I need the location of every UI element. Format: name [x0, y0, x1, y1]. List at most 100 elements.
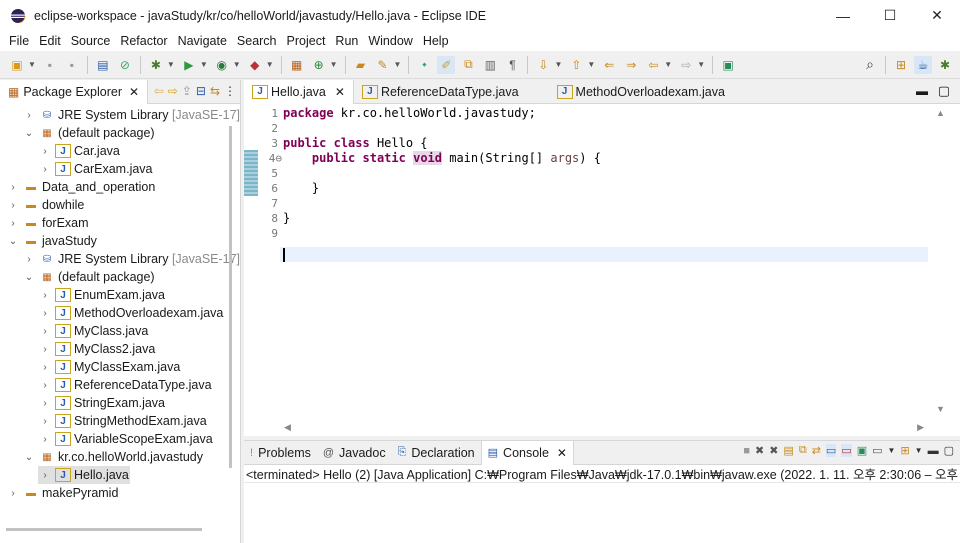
menu-navigate[interactable]: Navigate — [173, 34, 232, 48]
toggle-block-selection-icon[interactable]: ⧉ — [459, 56, 477, 74]
tree-item-selected[interactable]: › J Hello.java — [38, 466, 130, 484]
menu-file[interactable]: File — [4, 34, 34, 48]
tree-item[interactable]: › J Car.java — [38, 142, 120, 160]
chevron-down-icon[interactable]: ▼ — [167, 60, 175, 69]
chevron-right-icon[interactable]: › — [6, 218, 20, 229]
chevron-right-icon[interactable]: › — [6, 182, 20, 193]
collapse-all-icon[interactable]: ⊟ — [196, 84, 206, 98]
tab-console[interactable]: ▤ Console ✕ — [480, 440, 574, 465]
code-editor[interactable]: 1 2 3 4⊖ 5 6 7 8 9 package kr.co.helloWo… — [244, 104, 944, 420]
chevron-right-icon[interactable]: › — [22, 254, 36, 265]
save-all-icon[interactable]: ▪ — [63, 56, 81, 74]
chevron-right-icon[interactable]: › — [6, 200, 20, 211]
link-with-editor-icon[interactable]: ⇆ — [210, 84, 220, 98]
toggle-mark-occurrences-icon[interactable]: ⬩ — [415, 56, 433, 74]
chevron-right-icon[interactable]: › — [38, 398, 52, 409]
chevron-down-icon[interactable]: ▼ — [697, 60, 705, 69]
external-tools-icon[interactable]: ◆ — [246, 56, 264, 74]
terminate-icon[interactable]: ■ — [743, 445, 750, 457]
menu-refactor[interactable]: Refactor — [115, 34, 172, 48]
tree-item[interactable]: › ▬ makePyramid — [6, 484, 118, 502]
back-icon[interactable]: ⇦ — [644, 56, 662, 74]
forward-icon[interactable]: ⇨ — [677, 56, 695, 74]
search-tools-icon[interactable]: ✎ — [374, 56, 392, 74]
maximize-icon[interactable]: ▢ — [938, 83, 950, 99]
forward-edit-icon[interactable]: ⇒ — [622, 56, 640, 74]
chevron-right-icon[interactable]: › — [38, 308, 52, 319]
word-wrap-icon[interactable]: ⇄ — [812, 444, 821, 457]
debug-perspective-icon[interactable]: ✱ — [936, 56, 954, 74]
open-type-icon[interactable]: ▰ — [352, 56, 370, 74]
up-icon[interactable]: ⇪ — [182, 84, 192, 98]
maximize-icon[interactable]: ▢ — [944, 444, 954, 457]
chevron-down-icon[interactable]: ▼ — [915, 446, 923, 455]
chevron-right-icon[interactable]: › — [38, 416, 52, 427]
menu-project[interactable]: Project — [282, 34, 331, 48]
chevron-right-icon[interactable]: › — [38, 362, 52, 373]
tree-item[interactable]: ⌄ ▬ javaStudy — [6, 232, 97, 250]
scroll-left-icon[interactable]: ◀ — [284, 422, 291, 432]
tab-method-overload-exam[interactable]: J MethodOverloadexam.java — [549, 80, 733, 104]
remove-all-terminated-icon[interactable]: ✖ — [769, 444, 778, 457]
chevron-right-icon[interactable]: › — [38, 326, 52, 337]
maximize-button[interactable]: ☐ — [867, 0, 913, 31]
java-perspective-icon[interactable]: ☕ — [914, 55, 932, 74]
pin-editor-icon[interactable]: ▣ — [719, 56, 737, 74]
terminal-icon[interactable]: ▤ — [94, 56, 112, 74]
tree-item[interactable]: › J EnumExam.java — [38, 286, 165, 304]
chevron-right-icon[interactable]: › — [38, 290, 52, 301]
show-on-error-icon[interactable]: ▭ — [841, 444, 852, 457]
tree-item[interactable]: › J ReferenceDataType.java — [38, 376, 212, 394]
tree-item[interactable]: ⌄ ▦ (default package) — [22, 124, 155, 142]
tree-item[interactable]: › J VariableScopeExam.java — [38, 430, 213, 448]
chevron-down-icon[interactable]: ▼ — [28, 60, 36, 69]
chevron-right-icon[interactable]: › — [38, 164, 52, 175]
new-java-package-icon[interactable]: ▦ — [288, 56, 306, 74]
package-explorer-horizontal-scrollbar[interactable] — [6, 528, 202, 531]
chevron-down-icon[interactable]: ▼ — [554, 60, 562, 69]
search-icon[interactable]: ⌕ — [861, 56, 879, 74]
tree-item[interactable]: › J CarExam.java — [38, 160, 153, 178]
chevron-down-icon[interactable]: › — [22, 110, 36, 121]
display-console-icon[interactable]: ▭ — [872, 444, 882, 457]
chevron-down-icon[interactable]: ▼ — [233, 60, 241, 69]
console-output[interactable] — [244, 483, 960, 543]
chevron-down-icon[interactable]: ▼ — [200, 60, 208, 69]
chevron-right-icon[interactable]: › — [38, 380, 52, 391]
toggle-breadcrumb-icon[interactable]: ▥ — [481, 56, 499, 74]
menu-window[interactable]: Window — [363, 34, 417, 48]
close-icon[interactable]: ✕ — [335, 85, 345, 99]
chevron-down-icon[interactable]: ⌄ — [6, 236, 20, 247]
chevron-right-icon[interactable]: › — [6, 488, 20, 499]
chevron-right-icon[interactable]: › — [38, 434, 52, 445]
pin-console-icon[interactable]: ▣ — [857, 444, 867, 457]
tree-item[interactable]: › ▬ Data_and_operation — [6, 178, 155, 196]
debug-icon[interactable]: ✱ — [147, 56, 165, 74]
chevron-down-icon[interactable]: ⌄ — [22, 128, 36, 139]
show-on-output-icon[interactable]: ▭ — [825, 444, 837, 457]
skip-breakpoints-icon[interactable]: ⊘ — [116, 56, 134, 74]
menu-edit[interactable]: Edit — [34, 34, 66, 48]
menu-help[interactable]: Help — [418, 34, 454, 48]
chevron-down-icon[interactable]: ▼ — [888, 446, 896, 455]
tab-javadoc[interactable]: @ Javadoc — [317, 441, 392, 465]
chevron-right-icon[interactable]: › — [38, 344, 52, 355]
minimize-icon[interactable]: ▬ — [916, 84, 928, 98]
next-annotation-icon[interactable]: ⇩ — [534, 56, 552, 74]
minimize-button[interactable]: — — [820, 0, 866, 31]
coverage-icon[interactable]: ◉ — [213, 56, 231, 74]
new-java-class-icon[interactable]: ⊕ — [310, 56, 328, 74]
new-icon[interactable]: ▣ — [8, 56, 26, 74]
tree-item[interactable]: › J MyClass.java — [38, 322, 148, 340]
view-menu-icon[interactable]: ⋮ — [224, 84, 236, 98]
save-icon[interactable]: ▪ — [41, 56, 59, 74]
show-whitespace-icon[interactable]: ¶ — [503, 56, 521, 74]
tree-item[interactable]: › ⛁ JRE System Library [JavaSE-17] — [22, 250, 240, 268]
menu-search[interactable]: Search — [232, 34, 282, 48]
highlight-icon[interactable]: ✐ — [437, 55, 456, 74]
last-edit-location-icon[interactable]: ⇐ — [600, 56, 618, 74]
chevron-down-icon[interactable]: ▼ — [587, 60, 595, 69]
tree-item[interactable]: › J StringMethodExam.java — [38, 412, 207, 430]
forward-icon[interactable]: ⇨ — [168, 84, 178, 98]
tree-item[interactable]: › ⛁ JRE System Library [JavaSE-17] — [22, 106, 240, 124]
